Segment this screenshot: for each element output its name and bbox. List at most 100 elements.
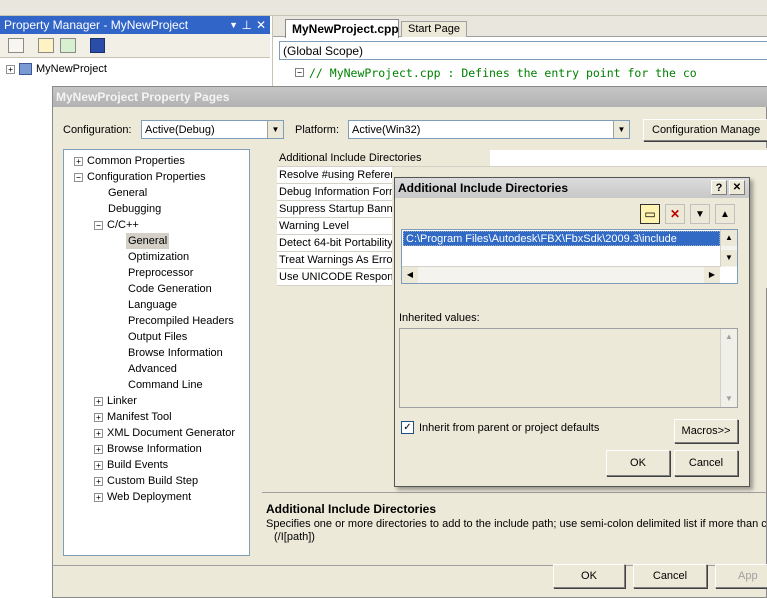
property-grid-margin [261,148,277,288]
tree-optimization[interactable]: Optimization [128,249,189,265]
settings-tree: + Common Properties − Configuration Proper… [63,149,250,556]
add-existing-sheet-icon[interactable] [38,38,54,53]
tree-linker[interactable]: + Linker [94,393,137,409]
expand-icon[interactable]: + [94,428,103,438]
tree-configuration-properties[interactable]: − Configuration Properties [74,169,206,185]
horizontal-scrollbar[interactable]: ◀ ▶ [402,266,720,283]
tree-language[interactable]: Language [128,297,177,313]
move-down-icon[interactable]: ▼ [690,204,710,224]
chevron-down-icon[interactable]: ▼ [613,121,629,138]
property-row[interactable]: Detect 64-bit Portability [277,235,392,252]
tree-command-line[interactable]: Command Line [128,377,203,393]
cancel-button[interactable]: Cancel [633,564,707,588]
collapse-icon[interactable]: − [94,220,103,230]
property-row[interactable]: Use UNICODE Response [277,269,392,286]
property-value-cell[interactable] [490,150,767,167]
vertical-scrollbar[interactable]: ▲ ▼ [720,230,737,267]
project-node[interactable]: + MyNewProject [6,61,107,77]
tree-advanced[interactable]: Advanced [128,361,177,377]
scope-combo[interactable]: (Global Scope) [279,41,767,60]
delete-icon[interactable]: ✕ [665,204,685,224]
project-icon [19,63,32,76]
apply-button[interactable]: App [715,564,767,588]
tree-browse-information-cpp[interactable]: Browse Information [128,345,223,361]
tree-c-cpp[interactable]: − C/C++ [94,217,139,233]
expand-icon[interactable]: + [74,156,83,166]
dropdown-icon[interactable]: ▼ [229,16,238,34]
configuration-combo[interactable]: Active(Debug) ▼ [141,120,284,139]
platform-combo[interactable]: Active(Win32) ▼ [348,120,630,139]
inherit-checkbox[interactable]: ✓ [401,421,414,434]
ok-button[interactable]: OK [553,564,625,588]
inherit-checkbox-label[interactable]: Inherit from parent or project defaults [419,422,599,434]
expand-icon[interactable]: + [94,444,103,454]
tree-xml-document-generator[interactable]: + XML Document Generator [94,425,235,441]
expand-icon[interactable]: + [94,412,103,422]
scroll-up-icon[interactable]: ▲ [721,329,737,345]
tree-web-deployment[interactable]: + Web Deployment [94,489,191,505]
property-row[interactable]: Additional Include Directories [277,150,490,167]
description-switch: (/I[path]) [274,531,315,543]
ide-toolbar-strip [0,0,767,16]
tree-general[interactable]: General [108,185,147,201]
tree-common-properties[interactable]: + Common Properties [74,153,185,169]
expand-icon[interactable]: + [94,476,103,486]
include-cancel-button[interactable]: Cancel [674,450,738,476]
configuration-value: Active(Debug) [145,123,215,136]
inherited-values-label: Inherited values: [399,312,480,324]
collapse-icon[interactable]: − [295,68,304,77]
move-up-icon[interactable]: ▲ [715,204,735,224]
close-icon[interactable]: ✕ [256,16,266,34]
configuration-manager-button[interactable]: Configuration Manage [643,119,767,141]
description-text: Specifies one or more directories to add… [266,518,766,530]
scroll-left-icon[interactable]: ◀ [402,267,418,283]
property-manager-title: Property Manager - MyNewProject [4,18,189,32]
tab-start-page[interactable]: Start Page [401,21,467,37]
directory-entry[interactable]: C:\Program Files\Autodesk\FBX\FbxSdk\200… [403,231,720,246]
property-row[interactable]: Treat Warnings As Error [277,252,392,269]
help-button[interactable]: ? [711,180,727,195]
pin-icon[interactable]: ⊥ [242,16,252,34]
tree-preprocessor[interactable]: Preprocessor [128,265,193,281]
expand-icon[interactable]: + [94,396,103,406]
expand-icon[interactable]: + [94,460,103,470]
tree-debugging[interactable]: Debugging [108,201,161,217]
description-title: Additional Include Directories [266,502,437,516]
tree-manifest-tool[interactable]: + Manifest Tool [94,409,172,425]
expand-icon[interactable]: + [94,492,103,502]
collapse-icon[interactable]: − [74,172,83,182]
expand-icon[interactable]: + [6,64,15,74]
scroll-down-icon[interactable]: ▼ [721,391,737,407]
scroll-right-icon[interactable]: ▶ [704,267,720,283]
chevron-down-icon[interactable]: ▼ [267,121,283,138]
tree-custom-build-step[interactable]: + Custom Build Step [94,473,198,489]
property-manager-panel: Property Manager - MyNewProject ▼ ⊥ ✕ + M… [0,16,270,96]
tree-code-generation[interactable]: Code Generation [128,281,212,297]
scroll-down-icon[interactable]: ▼ [721,250,737,266]
editor-panel: MyNewProject.cpp Start Page (Global Scop… [272,16,767,96]
macros-button[interactable]: Macros>> [674,419,738,443]
include-ok-button[interactable]: OK [606,450,670,476]
property-row[interactable]: Warning Level [277,218,392,235]
property-row[interactable]: Debug Information Forn [277,184,392,201]
property-row[interactable]: Suppress Startup Banne [277,201,392,218]
platform-label: Platform: [295,124,340,136]
vertical-scrollbar[interactable]: ▲ ▼ [720,329,737,407]
directory-list[interactable]: C:\Program Files\Autodesk\FBX\FbxSdk\200… [401,229,738,284]
property-row[interactable]: Resolve #using Referen [277,167,392,184]
scroll-up-icon[interactable]: ▲ [721,230,737,246]
tree-precompiled-headers[interactable]: Precompiled Headers [128,313,234,329]
configuration-label: Configuration: [63,124,132,136]
new-folder-icon[interactable]: ▭ [640,204,660,224]
tree-output-files[interactable]: Output Files [128,329,187,345]
tree-browse-information[interactable]: + Browse Information [94,441,202,457]
tree-build-events[interactable]: + Build Events [94,457,168,473]
close-button[interactable]: ✕ [729,180,745,195]
code-line: // MyNewProject.cpp : Defines the entry … [309,66,697,80]
save-icon[interactable] [90,38,105,53]
tree-cpp-general[interactable]: General [126,233,170,249]
include-directories-dialog: Additional Include Directories ? ✕ ▭ ✕ ▼… [394,177,750,487]
add-new-sheet-icon[interactable] [60,38,76,53]
property-pages-icon[interactable] [8,38,24,53]
tab-mynewproject-cpp[interactable]: MyNewProject.cpp [285,19,399,38]
